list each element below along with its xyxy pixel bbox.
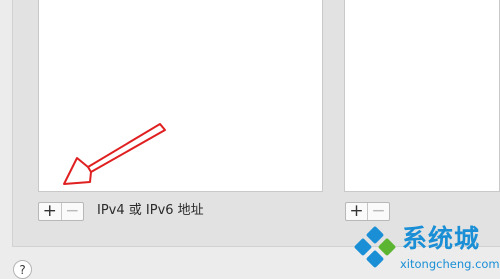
address-field-label: IPv4 或 IPv6 地址 [97, 203, 204, 218]
remove-domain-button[interactable]: − [367, 203, 389, 220]
watermark-url: xitongcheng.com [400, 257, 500, 271]
add-domain-button[interactable]: + [346, 203, 367, 220]
watermark: 系统城 xitongcheng.com [352, 220, 500, 276]
address-list-right[interactable] [344, 0, 500, 192]
pinwheel-logo-icon [354, 226, 396, 268]
help-button[interactable]: ? [13, 260, 32, 279]
address-list-left[interactable] [38, 0, 323, 192]
right-add-remove-group: + − [345, 202, 390, 221]
watermark-name: 系统城 [402, 224, 481, 253]
add-address-button[interactable]: + [39, 203, 61, 220]
left-add-remove-group: + − [38, 202, 84, 221]
remove-address-button[interactable]: − [60, 203, 84, 220]
